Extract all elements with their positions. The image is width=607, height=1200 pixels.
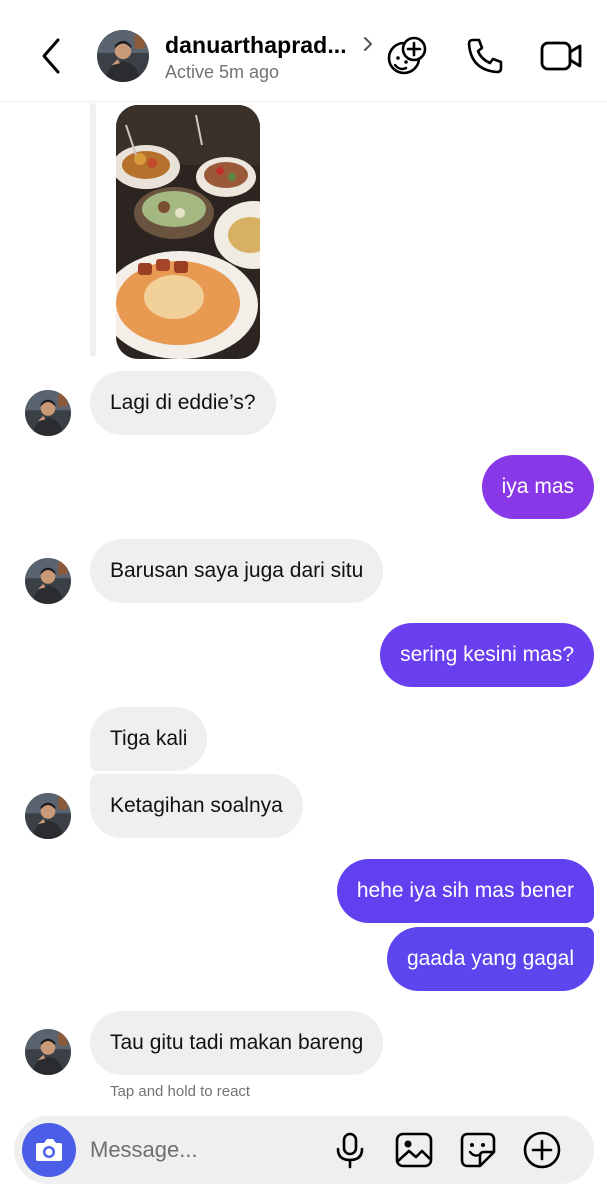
chat-header: danuarthaprad... Active 5m ago	[0, 0, 607, 102]
outgoing-message[interactable]: gaada yang gagal	[387, 927, 594, 991]
message-composer	[14, 1116, 594, 1184]
video-camera-icon	[540, 41, 582, 71]
outgoing-message[interactable]: hehe iya sih mas bener	[336, 859, 594, 923]
microphone-icon	[336, 1132, 364, 1169]
outgoing-message[interactable]: iya mas	[481, 455, 594, 519]
react-hint: Tap and hold to react	[110, 1083, 251, 1100]
sender-avatar[interactable]	[25, 558, 71, 604]
contact-status: Active 5m ago	[165, 62, 280, 82]
outgoing-message[interactable]: sering kesini mas?	[380, 623, 594, 687]
effects-button[interactable]	[386, 34, 430, 78]
plus-circle-icon	[523, 1131, 561, 1169]
chevron-left-icon	[42, 38, 60, 74]
voice-message-button[interactable]	[330, 1130, 370, 1170]
phone-icon	[467, 38, 503, 74]
audio-call-button[interactable]	[463, 34, 507, 78]
camera-button[interactable]	[22, 1123, 76, 1177]
sticker-icon	[460, 1132, 496, 1168]
message-input[interactable]	[90, 1130, 310, 1170]
gallery-button[interactable]	[394, 1130, 434, 1170]
sender-avatar[interactable]	[25, 390, 71, 436]
smiley-plus-icon	[387, 36, 427, 75]
incoming-message[interactable]: Barusan saya juga dari situ	[90, 539, 384, 603]
sender-avatar[interactable]	[25, 793, 71, 839]
video-call-button[interactable]	[539, 34, 583, 78]
sender-avatar[interactable]	[25, 1029, 71, 1075]
incoming-message[interactable]: Tiga kali	[90, 707, 208, 771]
image-icon	[395, 1132, 433, 1168]
incoming-message[interactable]: Ketagihan soalnya	[90, 774, 303, 838]
more-options-button[interactable]	[522, 1130, 562, 1170]
shared-food-photo[interactable]	[116, 105, 260, 359]
header-avatar[interactable]	[97, 30, 149, 82]
back-button[interactable]	[34, 36, 70, 76]
sticker-button[interactable]	[458, 1130, 498, 1170]
chevron-right-icon[interactable]	[360, 34, 376, 54]
reply-indicator	[90, 103, 96, 357]
contact-username[interactable]: danuarthaprad...	[165, 32, 347, 59]
camera-icon	[36, 1139, 62, 1161]
incoming-message[interactable]: Tau gitu tadi makan bareng	[90, 1011, 384, 1075]
incoming-message[interactable]: Lagi di eddie’s?	[90, 371, 276, 435]
message-thread[interactable]: Lagi di eddie’s? iya mas Barusan saya ju…	[0, 103, 607, 1108]
